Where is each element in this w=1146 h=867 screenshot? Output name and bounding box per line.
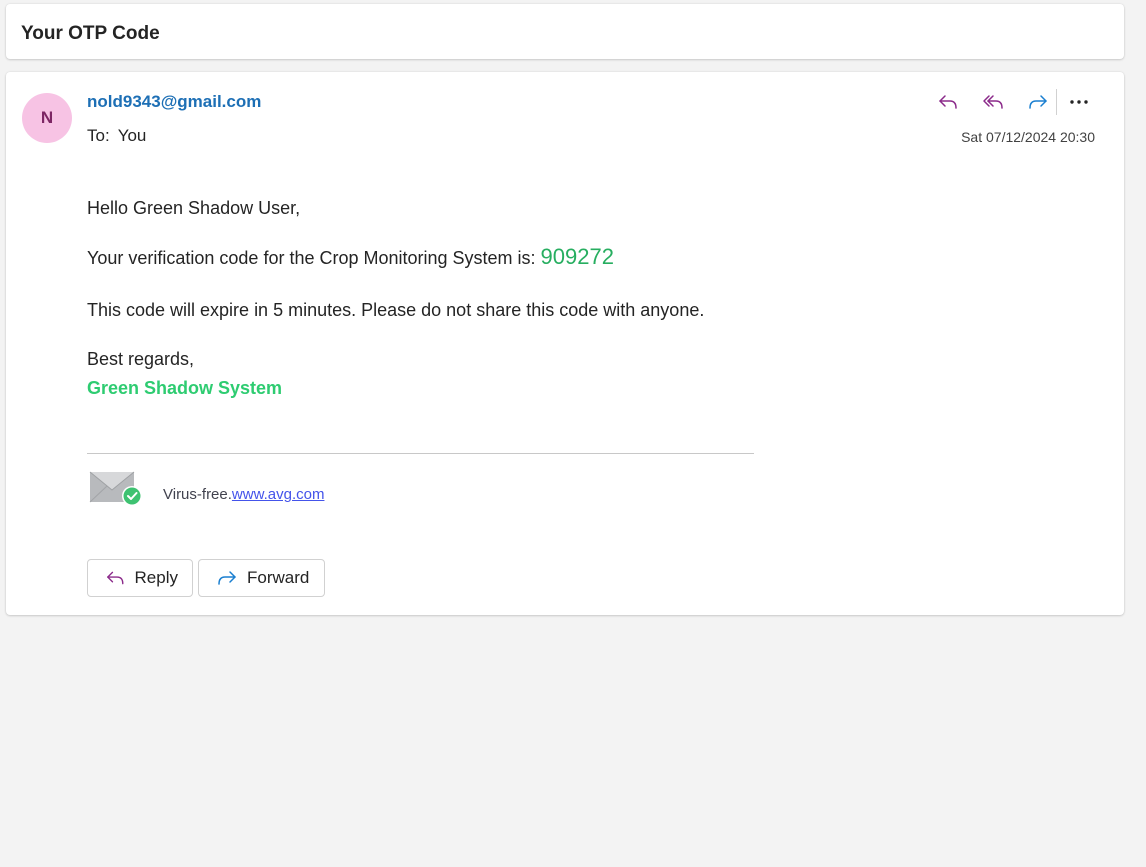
more-options-button[interactable] [1063, 88, 1095, 116]
actions-divider [1056, 89, 1057, 115]
signature: Green Shadow System [87, 378, 283, 398]
reply-icon [939, 95, 957, 109]
closing-text: Best regards, [87, 349, 195, 369]
sender-email[interactable]: nold9343@gmail.com [87, 91, 261, 113]
to-label: To: [87, 126, 110, 145]
avg-envelope-icon [89, 470, 145, 510]
forward-bottom-button[interactable]: Forward [198, 559, 325, 597]
message-card: N nold9343@gmail.com To: You Sat 07/12/2… [6, 72, 1124, 615]
greeting-text: Hello Green Shadow User, [87, 198, 301, 218]
email-subject: Your OTP Code [21, 23, 160, 44]
forward-button-label: Forward [247, 568, 310, 587]
reply-icon [107, 571, 124, 585]
avatar-initial: N [40, 108, 54, 127]
reply-all-icon [983, 95, 1003, 109]
forward-icon [218, 571, 236, 585]
sender-avatar[interactable]: N [22, 93, 72, 143]
avg-link[interactable]: www.avg.com [232, 486, 325, 503]
recipient-name[interactable]: You [118, 126, 147, 145]
expiry-note: This code will expire in 5 minutes. Plea… [87, 300, 705, 320]
recipient-line: To: You [87, 126, 146, 146]
more-options-icon [1070, 100, 1088, 104]
virus-free-label: Virus-free. [163, 486, 232, 503]
forward-button[interactable] [1020, 88, 1056, 116]
subject-bar: Your OTP Code [6, 4, 1124, 59]
footer-divider [87, 453, 754, 454]
message-timestamp: Sat 07/12/2024 20:30 [961, 129, 1095, 145]
reply-bottom-button[interactable]: Reply [87, 559, 193, 597]
code-line: Your verification code for the Crop Moni… [87, 246, 614, 269]
otp-code: 909272 [540, 244, 614, 269]
forward-icon [1029, 95, 1047, 109]
reply-button-label: Reply [134, 568, 178, 587]
message-actions [930, 88, 1095, 116]
reply-button[interactable] [930, 88, 966, 116]
reply-all-button[interactable] [975, 88, 1011, 116]
virus-free-note: Virus-free.www.avg.com [163, 485, 324, 505]
code-intro-text: Your verification code for the Crop Moni… [87, 248, 541, 268]
